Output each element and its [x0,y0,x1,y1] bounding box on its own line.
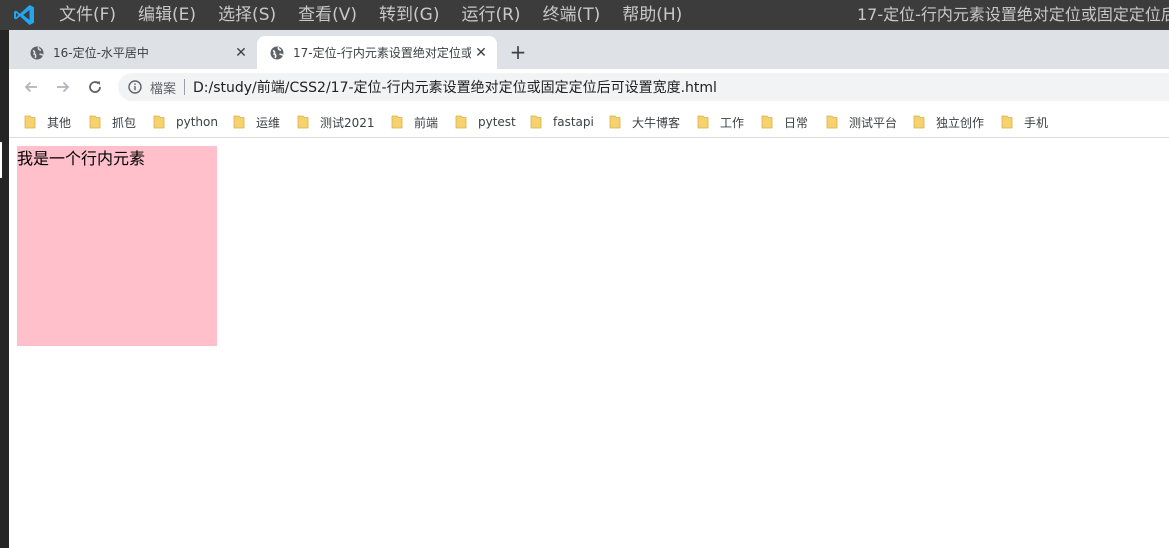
bookmarks-bar: 其他 抓包 python 运维 测试2021 前端 pytest fastapi 大牛博客 工作 日… [9,105,1169,138]
bookmark-item[interactable]: 日常 [761,113,808,131]
folder-icon [1001,115,1013,129]
info-icon[interactable] [128,80,142,94]
bookmark-item[interactable]: 前端 [391,113,438,131]
bookmark-item[interactable]: 独立创作 [913,113,984,131]
globe-icon [30,46,44,59]
menu-selection[interactable]: 选择(S) [207,0,287,30]
url-text[interactable]: D:/study/前端/CSS2/17-定位-行内元素设置绝对定位或固定定位后可… [193,77,717,97]
inline-element-box: 我是一个行内元素 [17,146,217,346]
folder-icon [24,115,36,129]
bookmark-label: fastapi [553,115,594,129]
bookmark-label: 测试平台 [849,115,898,130]
folder-icon [455,115,467,129]
bookmark-label: 大牛博客 [632,115,681,130]
window-title: 17-定位-行内元素设置绝对定位或固定定位后可设置宽度 [857,5,1169,24]
bookmark-item[interactable]: 其他 [24,113,71,131]
activity-indicator [0,142,2,178]
bookmark-item[interactable]: 手机 [1001,113,1048,131]
bookmark-label: 日常 [784,115,809,130]
reload-icon [89,81,101,93]
bookmark-label: 手机 [1024,115,1049,130]
vscode-logo-icon [0,0,48,30]
menu-edit[interactable]: 编辑(E) [127,0,207,30]
omnibox-divider [184,79,186,95]
bookmark-label: 测试2021 [320,115,375,130]
browser-toolbar: 檔案 D:/study/前端/CSS2/17-定位-行内元素设置绝对定位或固定定… [9,69,1169,105]
tab-17-inline-position[interactable]: 17-定位-行内元素设置绝对定位或固定定位后可设置宽度 ✕ [257,36,497,69]
close-icon[interactable]: ✕ [471,43,491,63]
bookmark-item[interactable]: pytest [455,113,516,131]
bookmark-item[interactable]: 大牛博客 [609,113,680,131]
menu-go[interactable]: 转到(G) [368,0,450,30]
folder-icon [913,115,925,129]
folder-icon [697,115,709,129]
bookmark-label: 运维 [256,115,281,130]
menu-run[interactable]: 运行(R) [450,0,531,30]
tab-title: 16-定位-水平居中 [53,46,149,60]
bookmark-item[interactable]: 抓包 [89,113,136,131]
tab-title: 17-定位-行内元素设置绝对定位或固定定位后可设置宽度 [293,46,471,60]
folder-icon [153,115,165,129]
folder-icon [297,115,309,129]
bookmark-label: 其他 [47,115,72,130]
bookmark-label: pytest [478,115,516,129]
menu-view[interactable]: 查看(V) [287,0,368,30]
vscode-menubar: 文件(F) 编辑(E) 选择(S) 查看(V) 转到(G) 运行(R) 终端(T… [0,0,1169,30]
new-tab-button[interactable]: + [506,40,530,64]
reload-button[interactable] [79,71,111,103]
bookmark-label: 抓包 [112,115,137,130]
menu-terminal[interactable]: 终端(T) [532,0,612,30]
page-viewport: 我是一个行内元素 [9,138,1169,548]
folder-icon [761,115,773,129]
bookmark-label: 独立创作 [936,115,985,130]
folder-icon [233,115,245,129]
bookmark-item[interactable]: 工作 [697,113,744,131]
folder-icon [826,115,838,129]
bookmark-label: 前端 [414,115,439,130]
tab-16-horizontal-center[interactable]: 16-定位-水平居中 ✕ [17,36,257,69]
vscode-activity-strip [0,30,9,548]
globe-icon [270,46,284,59]
bookmark-item[interactable]: 测试平台 [826,113,897,131]
menu-file[interactable]: 文件(F) [48,0,127,30]
forward-button[interactable] [47,71,79,103]
tab-strip: 16-定位-水平居中 ✕ 17-定位-行内元素设置绝对定位或固定定位后可设置宽度… [9,30,1169,69]
arrow-left-icon [24,81,37,93]
bookmark-label: python [176,115,218,129]
browser-window: 16-定位-水平居中 ✕ 17-定位-行内元素设置绝对定位或固定定位后可设置宽度… [9,30,1169,548]
folder-icon [609,115,621,129]
folder-icon [530,115,542,129]
arrow-right-icon [57,81,70,93]
back-button[interactable] [15,71,47,103]
bookmark-item[interactable]: fastapi [530,113,594,131]
menu-help[interactable]: 帮助(H) [611,0,693,30]
folder-icon [89,115,101,129]
close-icon[interactable]: ✕ [231,43,251,63]
bookmark-item[interactable]: python [153,113,218,131]
security-label: 檔案 [150,81,177,97]
bookmark-label: 工作 [720,115,745,130]
bookmark-item[interactable]: 测试2021 [297,113,375,131]
bookmark-item[interactable]: 运维 [233,113,280,131]
folder-icon [391,115,403,129]
address-bar[interactable]: 檔案 D:/study/前端/CSS2/17-定位-行内元素设置绝对定位或固定定… [118,73,1169,101]
